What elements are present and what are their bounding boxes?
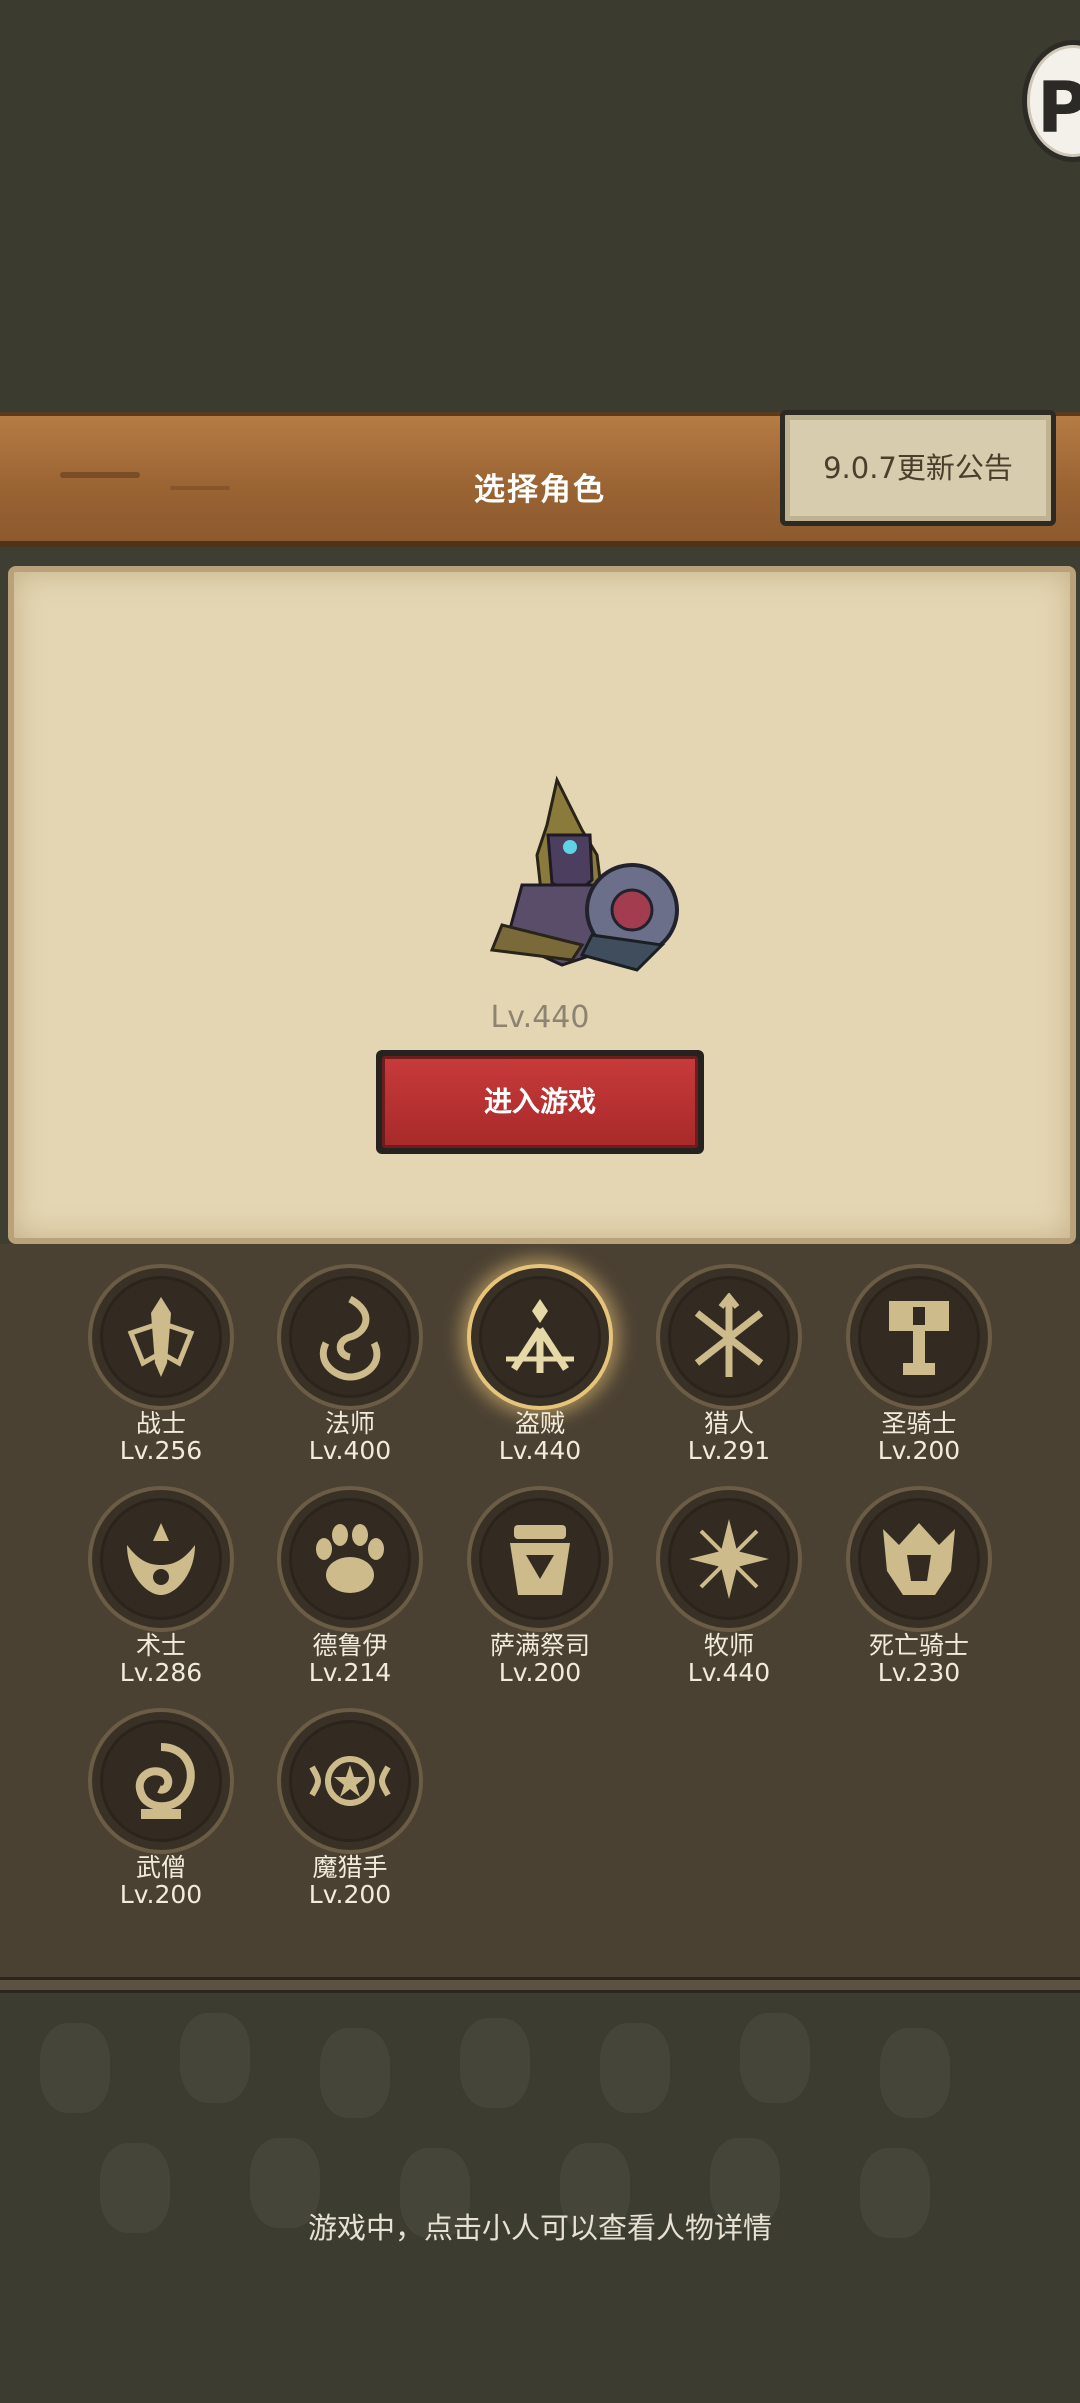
class-rogue[interactable]: 盗贼 Lv.440 [455,1264,625,1465]
selected-hero-level: Lv.440 [490,1000,590,1035]
bottom-decorative-area [0,1993,1080,2403]
class-selection-grid: 战士 Lv.256 法师 Lv.400 盗贼 Lv.440 猎人 Lv.291 … [0,1244,1080,1977]
sword-shield-icon [127,1297,195,1377]
class-paladin[interactable]: 圣骑士 Lv.200 [834,1264,1004,1465]
footer-hint: 游戏中，点击小人可以查看人物详情 [307,2211,772,2245]
class-shaman[interactable]: 萨满祭司 Lv.200 [455,1486,625,1687]
class-druid[interactable]: 德鲁伊 Lv.214 [265,1486,435,1687]
star-burst-icon [689,1519,769,1599]
crossed-daggers-icon [506,1299,574,1373]
hammer-icon [889,1301,949,1375]
enter-game-label: 进入游戏 [382,1056,698,1148]
demon-star-icon [309,1756,391,1806]
class-hunter[interactable]: 猎人 Lv.291 [644,1264,814,1465]
update-notice-button[interactable]: 9.0.7更新公告 [780,410,1056,526]
flame-swirl-icon [320,1295,381,1381]
section-divider [0,1977,1080,1993]
class-demon-hunter[interactable]: 魔猎手 Lv.200 [265,1708,435,1909]
class-warrior[interactable]: 战士 Lv.256 [76,1264,246,1465]
crossed-arrows-icon [694,1293,764,1377]
spiral-icon [135,1743,195,1819]
class-monk[interactable]: 武僧 Lv.200 [76,1708,246,1909]
hero-character-icon[interactable] [462,775,692,990]
enter-game-button[interactable]: 进入游戏 [376,1050,704,1154]
death-helm-icon [883,1523,955,1595]
class-mage[interactable]: 法师 Lv.400 [265,1264,435,1465]
class-warlock[interactable]: 术士 Lv.286 [76,1486,246,1687]
totem-icon [510,1525,570,1595]
class-death-knight[interactable]: 死亡骑士 Lv.230 [834,1486,1004,1687]
class-priest[interactable]: 牧师 Lv.440 [644,1486,814,1687]
demon-horns-icon [127,1523,195,1595]
top-empty-area [0,0,1080,412]
paw-icon [316,1524,384,1593]
